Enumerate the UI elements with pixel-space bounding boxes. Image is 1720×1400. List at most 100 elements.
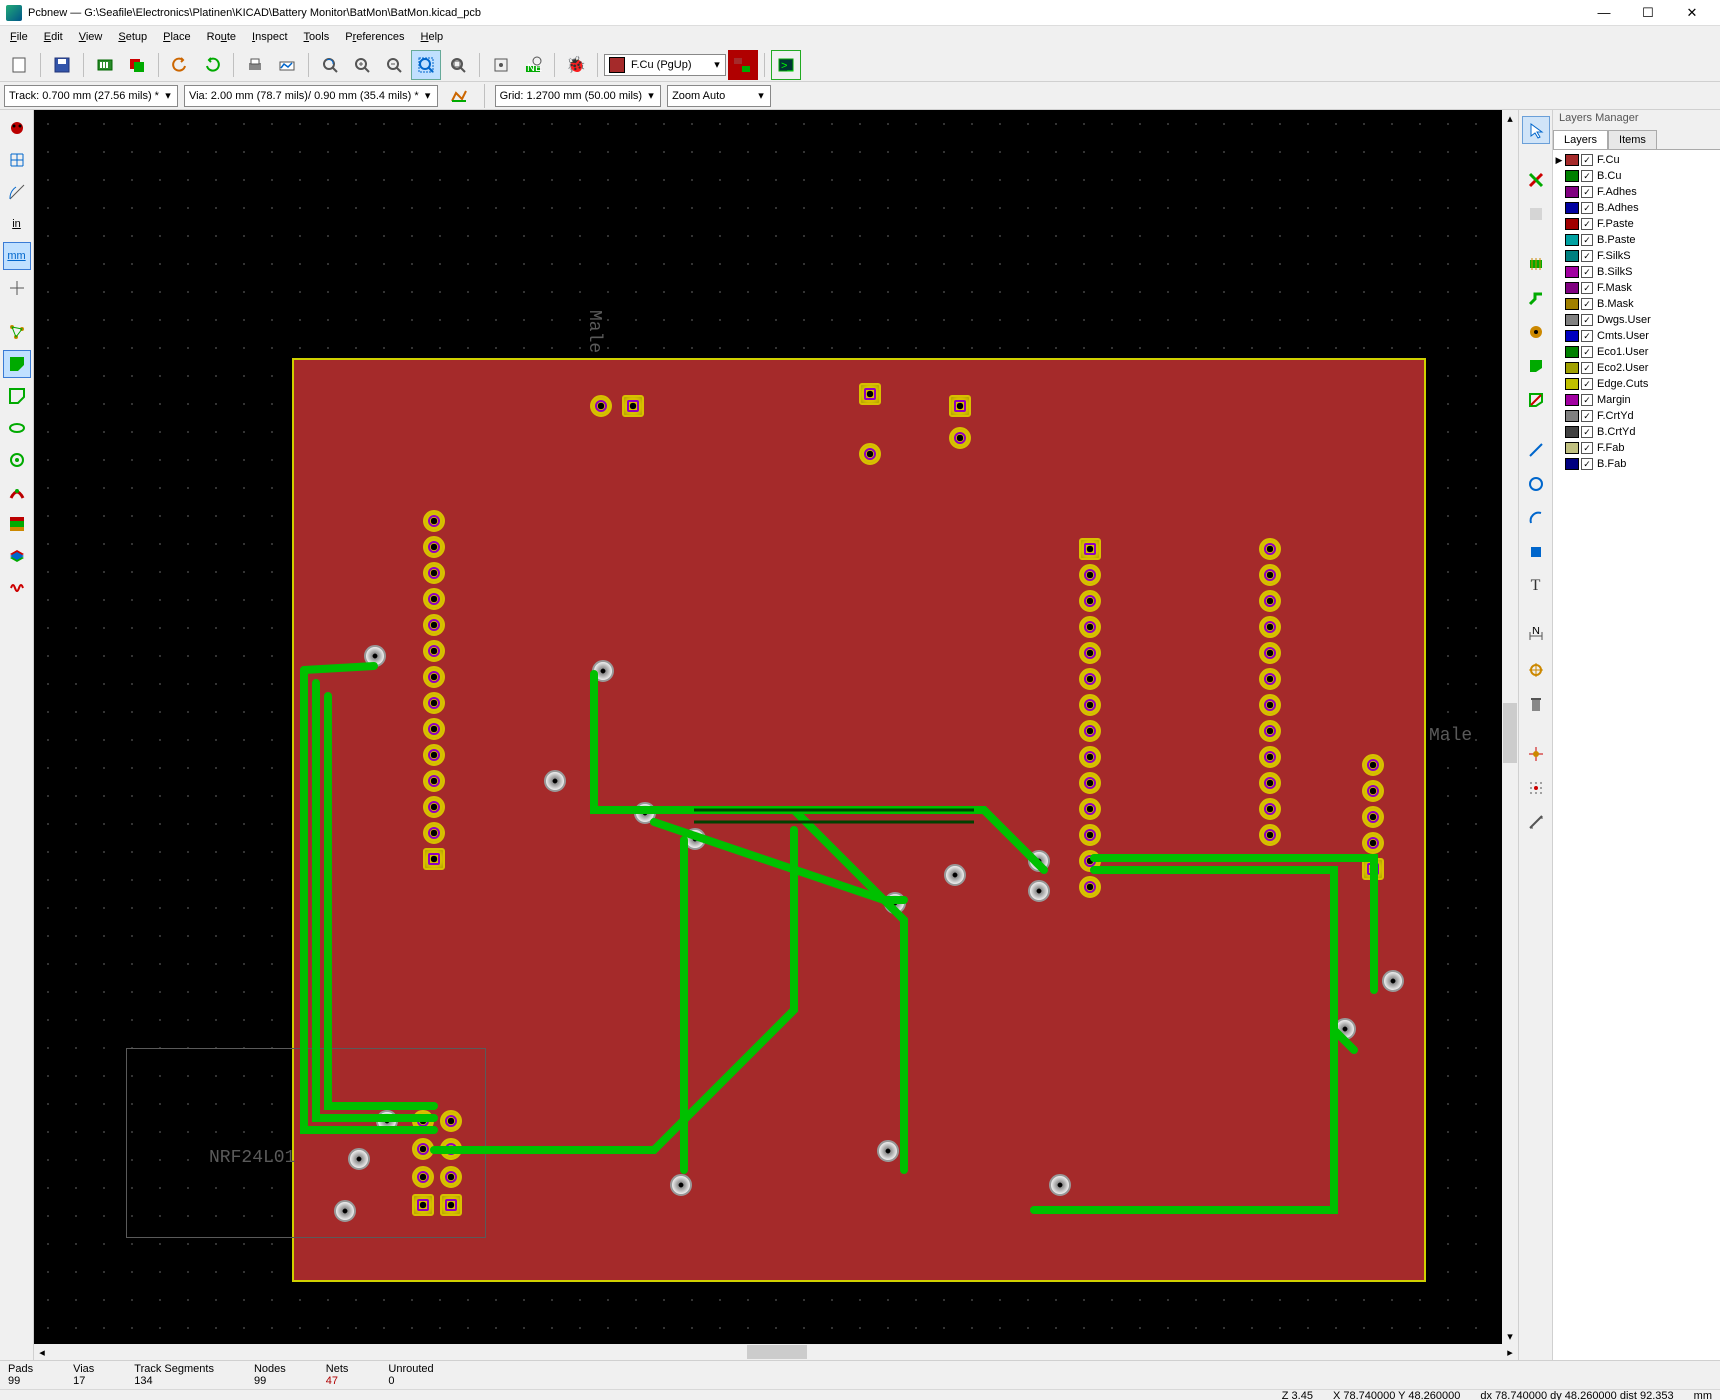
vias-sketch-button[interactable] (3, 446, 31, 474)
menu-place[interactable]: Place (155, 28, 199, 46)
set-origin-tool[interactable] (1522, 740, 1550, 768)
layer-pair-button[interactable] (728, 50, 758, 80)
layer-color-swatch[interactable] (1565, 170, 1579, 182)
layer-visible-checkbox[interactable]: ✓ (1581, 378, 1593, 390)
print-button[interactable] (240, 50, 270, 80)
layer-color-swatch[interactable] (1565, 218, 1579, 230)
menu-help[interactable]: Help (413, 28, 452, 46)
layer-row-dwgs-user[interactable]: ✓Dwgs.User (1555, 312, 1718, 328)
layer-color-swatch[interactable] (1565, 458, 1579, 470)
layer-visible-checkbox[interactable]: ✓ (1581, 410, 1593, 422)
via-size-combo[interactable]: Via: 2.00 mm (78.7 mils)/ 0.90 mm (35.4 … (184, 85, 438, 107)
zoom-window-button[interactable] (443, 50, 473, 80)
add-target-tool[interactable] (1522, 656, 1550, 684)
measure-tool[interactable] (1522, 808, 1550, 836)
layer-color-swatch[interactable] (1565, 314, 1579, 326)
menu-route[interactable]: Route (199, 28, 244, 46)
draw-polygon-tool[interactable] (1522, 538, 1550, 566)
scroll-thumb[interactable] (1503, 703, 1517, 763)
save-button[interactable] (47, 50, 77, 80)
layer-visible-checkbox[interactable]: ✓ (1581, 346, 1593, 358)
pads-sketch-button[interactable] (3, 414, 31, 442)
layer-visible-checkbox[interactable]: ✓ (1581, 266, 1593, 278)
layer-color-swatch[interactable] (1565, 282, 1579, 294)
layer-row-eco2-user[interactable]: ✓Eco2.User (1555, 360, 1718, 376)
units-inches-button[interactable]: in (3, 210, 31, 238)
units-mm-button[interactable]: mm (3, 242, 31, 270)
local-ratsnest-tool[interactable] (1522, 200, 1550, 228)
delete-tool[interactable] (1522, 690, 1550, 718)
layer-row-b-crtyd[interactable]: ✓B.CrtYd (1555, 424, 1718, 440)
redo-button[interactable] (197, 50, 227, 80)
layer-color-swatch[interactable] (1565, 410, 1579, 422)
layer-color-swatch[interactable] (1565, 346, 1579, 358)
hide-ratsnest-button[interactable] (3, 114, 31, 142)
scroll-up-icon[interactable]: ▴ (1502, 110, 1518, 126)
scroll-left-icon[interactable]: ◂ (34, 1344, 50, 1360)
route-track-tool[interactable] (1522, 284, 1550, 312)
tab-layers[interactable]: Layers (1553, 130, 1608, 149)
layer-color-swatch[interactable] (1565, 378, 1579, 390)
select-tool[interactable] (1522, 116, 1550, 144)
show-ratsnest-button[interactable] (3, 318, 31, 346)
layer-row-f-silks[interactable]: ✓F.SilkS (1555, 248, 1718, 264)
minimize-button[interactable]: — (1582, 0, 1626, 26)
layer-row-edge-cuts[interactable]: ✓Edge.Cuts (1555, 376, 1718, 392)
zoom-fit-button[interactable] (411, 50, 441, 80)
menu-preferences[interactable]: Preferences (337, 28, 412, 46)
track-width-combo[interactable]: Track: 0.700 mm (27.56 mils) * ▾ (4, 85, 178, 107)
layer-row-f-adhes[interactable]: ✓F.Adhes (1555, 184, 1718, 200)
add-footprint-tool[interactable] (1522, 250, 1550, 278)
layer-visible-checkbox[interactable]: ✓ (1581, 442, 1593, 454)
zoom-combo[interactable]: Zoom Auto ▾ (667, 85, 771, 107)
layer-row-b-cu[interactable]: ✓B.Cu (1555, 168, 1718, 184)
zoom-out-button[interactable] (379, 50, 409, 80)
menu-file[interactable]: File (2, 28, 36, 46)
layer-row-cmts-user[interactable]: ✓Cmts.User (1555, 328, 1718, 344)
high-contrast-button[interactable] (3, 510, 31, 538)
layer-color-swatch[interactable] (1565, 266, 1579, 278)
tracks-sketch-button[interactable] (3, 478, 31, 506)
layer-color-swatch[interactable] (1565, 298, 1579, 310)
pcb-canvas[interactable]: Male Male NRF24L01 (34, 110, 1518, 1360)
active-layer-combo[interactable]: F.Cu (PgUp) ▾ (604, 54, 726, 76)
layer-visible-checkbox[interactable]: ✓ (1581, 250, 1593, 262)
layer-visible-checkbox[interactable]: ✓ (1581, 234, 1593, 246)
layer-visible-checkbox[interactable]: ✓ (1581, 154, 1593, 166)
layer-visible-checkbox[interactable]: ✓ (1581, 202, 1593, 214)
canvas-area[interactable]: Male Male NRF24L01 (34, 110, 1518, 1360)
add-zone-tool[interactable] (1522, 352, 1550, 380)
menu-edit[interactable]: Edit (36, 28, 71, 46)
layer-row-eco1-user[interactable]: ✓Eco1.User (1555, 344, 1718, 360)
layer-visible-checkbox[interactable]: ✓ (1581, 426, 1593, 438)
layer-color-swatch[interactable] (1565, 250, 1579, 262)
layers-button[interactable] (122, 50, 152, 80)
board-settings-button[interactable] (90, 50, 120, 80)
layer-row-f-cu[interactable]: ▶✓F.Cu (1555, 152, 1718, 168)
outline-zones-button[interactable] (3, 382, 31, 410)
menu-inspect[interactable]: Inspect (244, 28, 295, 46)
layer-row-b-mask[interactable]: ✓B.Mask (1555, 296, 1718, 312)
layer-color-swatch[interactable] (1565, 394, 1579, 406)
scroll-right-icon[interactable]: ▸ (1502, 1344, 1518, 1360)
layer-visible-checkbox[interactable]: ✓ (1581, 394, 1593, 406)
scripting-console-button[interactable]: >_ (771, 50, 801, 80)
layer-visible-checkbox[interactable]: ✓ (1581, 458, 1593, 470)
menu-tools[interactable]: Tools (296, 28, 338, 46)
maximize-button[interactable]: ☐ (1626, 0, 1670, 26)
layer-color-swatch[interactable] (1565, 330, 1579, 342)
show-grid-button[interactable] (3, 146, 31, 174)
layer-visible-checkbox[interactable]: ✓ (1581, 282, 1593, 294)
layer-row-b-silks[interactable]: ✓B.SilkS (1555, 264, 1718, 280)
scroll-down-icon[interactable]: ▾ (1502, 1328, 1518, 1344)
plot-button[interactable] (272, 50, 302, 80)
grid-combo[interactable]: Grid: 1.2700 mm (50.00 mils) ▾ (495, 85, 661, 107)
layer-color-swatch[interactable] (1565, 234, 1579, 246)
grid-origin-tool[interactable] (1522, 774, 1550, 802)
highlight-net-tool[interactable] (1522, 166, 1550, 194)
scrollbar-horizontal[interactable]: ◂ ▸ (34, 1344, 1518, 1360)
zoom-in-button[interactable] (347, 50, 377, 80)
layer-row-f-fab[interactable]: ✓F.Fab (1555, 440, 1718, 456)
layer-row-b-paste[interactable]: ✓B.Paste (1555, 232, 1718, 248)
layer-color-swatch[interactable] (1565, 426, 1579, 438)
